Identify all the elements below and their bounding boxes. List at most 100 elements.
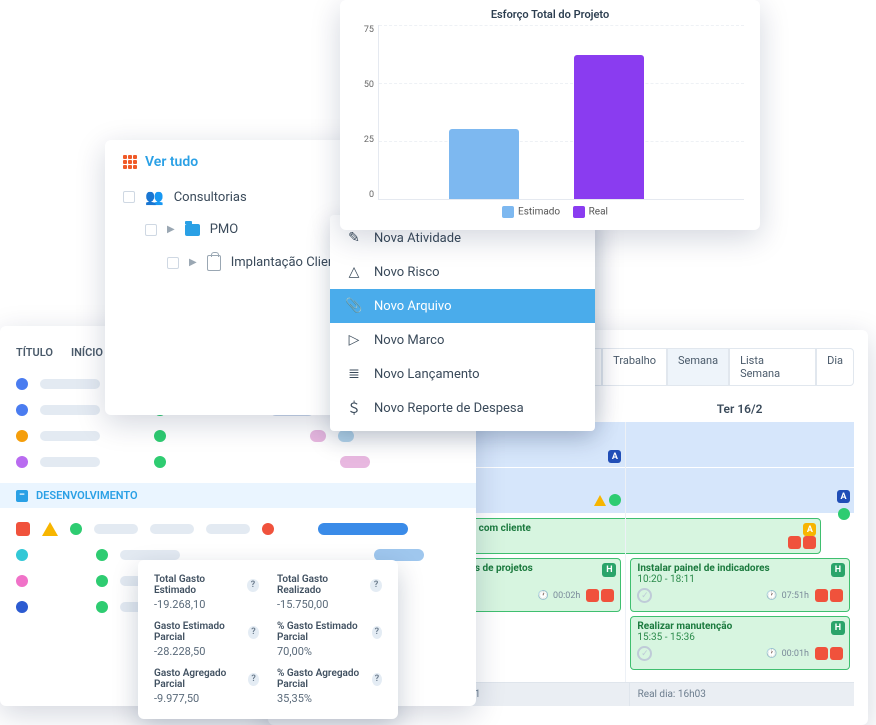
attachment-icon: 📎 [346, 298, 362, 314]
edit-icon: ✎ [346, 230, 362, 246]
col-tue: A H Instalar painel de indicadores 10:20… [625, 422, 854, 682]
status-dot-icon [154, 456, 166, 468]
menu-new-entry[interactable]: ≣Novo Lançamento [330, 357, 595, 391]
event-title: Instalar painel de indicadores [637, 563, 843, 574]
warning-icon: △ [346, 264, 362, 280]
menu-new-file[interactable]: 📎Novo Arquivo [330, 289, 595, 323]
status-dot-icon [16, 430, 28, 442]
metric-label: Gasto Agregado Parcial? [154, 668, 259, 690]
chart-title: Esforço Total do Projeto [356, 8, 744, 21]
chart-legend: Estimado Real [356, 206, 744, 218]
flag-red-icon [586, 589, 599, 602]
help-icon[interactable]: ? [372, 626, 382, 639]
status-dot-icon [16, 601, 28, 613]
warning-icon [42, 522, 58, 536]
help-icon[interactable]: ? [248, 626, 259, 639]
warning-icon [594, 495, 606, 506]
gantt-row[interactable] [16, 516, 460, 542]
h-badge-icon: H [602, 563, 616, 577]
duration: 🕐00:02h [538, 591, 581, 601]
legend-swatch-estimado [502, 206, 514, 218]
badge-a-icon: A [608, 450, 621, 463]
metrics-popover: Total Gasto Estimado? -19.268,10 Total Ga… [138, 560, 398, 719]
status-dot-icon [154, 430, 166, 442]
chevron-icon: ▶ [189, 257, 197, 268]
footer-tue: Real dia: 16h03 [629, 683, 854, 706]
h-badge-icon: H [831, 621, 845, 635]
view-day[interactable]: Dia [816, 348, 854, 386]
metric-value: -19.268,10 [154, 598, 259, 611]
status-dot-icon [70, 523, 82, 535]
group-icon: 👥 [145, 188, 164, 206]
chart-panel: Esforço Total do Projeto 75 50 25 0 Esti… [340, 0, 760, 230]
legend-swatch-real [573, 206, 585, 218]
status-dot-icon [96, 549, 108, 561]
metric-label: % Gasto Agregado Parcial? [277, 668, 382, 690]
help-icon[interactable]: ? [248, 673, 259, 686]
col-start: INÍCIO [71, 346, 103, 359]
metric-value: -9.977,50 [154, 692, 259, 705]
chart-area: 75 50 25 0 [356, 25, 744, 200]
flag-red-icon [815, 647, 828, 660]
gantt-section[interactable]: −DESENVOLVIMENTO [0, 483, 476, 508]
flag-icon: ▷ [346, 332, 362, 348]
menu-new-risk[interactable]: △Novo Risco [330, 255, 595, 289]
bar-real [574, 55, 644, 199]
view-work[interactable]: Trabalho [602, 348, 667, 386]
gantt-row[interactable] [16, 449, 460, 475]
h-badge-icon: H [831, 563, 845, 577]
col-title: TÍTULO [16, 346, 53, 359]
view-week[interactable]: Semana [667, 348, 729, 386]
help-icon[interactable]: ? [247, 579, 259, 592]
clipboard-icon [207, 255, 221, 271]
chevron-icon: ▶ [167, 224, 175, 235]
view-listweek[interactable]: Lista Semana [729, 348, 816, 386]
metric-value: -28.228,50 [154, 645, 259, 658]
checkbox-icon[interactable] [167, 257, 179, 269]
check-icon[interactable]: ✓ [637, 588, 652, 603]
folder-icon [185, 224, 200, 236]
clock-icon: 🕐 [538, 591, 549, 601]
status-dot-icon [96, 575, 108, 587]
event-title: Realizar manutenção [637, 621, 843, 632]
help-icon[interactable]: ? [370, 579, 382, 592]
clock-icon: 🕐 [766, 591, 777, 601]
event-time: 15:35 - 15:36 [637, 632, 843, 643]
status-dot-icon [96, 601, 108, 613]
dollar-icon: ＄ [346, 400, 362, 416]
status-dot-icon [838, 508, 850, 520]
metric-label: Total Gasto Estimado? [154, 574, 259, 596]
status-dot-icon [16, 404, 28, 416]
collapse-icon[interactable]: − [16, 490, 28, 502]
status-dot-icon [16, 378, 28, 390]
metric-value: 35,35% [277, 692, 382, 705]
event-time: 10:20 - 18:11 [637, 574, 843, 585]
metric-value: -15.750,00 [277, 598, 382, 611]
status-dot-icon [16, 575, 28, 587]
metric-label: Gasto Estimado Parcial? [154, 621, 259, 643]
status-dot-icon [16, 456, 28, 468]
badge-a-icon: A [837, 490, 850, 503]
context-menu: ✎Nova Atividade △Novo Risco 📎Novo Arquiv… [330, 215, 595, 431]
check-icon[interactable]: ✓ [637, 646, 652, 661]
event-maintenance[interactable]: H Realizar manutenção 15:35 - 15:36 ✓ 🕐0… [630, 616, 850, 670]
menu-new-expense[interactable]: ＄Novo Reporte de Despesa [330, 391, 595, 425]
status-dot-icon [16, 549, 28, 561]
list-icon: ≣ [346, 366, 362, 382]
menu-new-milestone[interactable]: ▷Novo Marco [330, 323, 595, 357]
help-icon[interactable]: ? [372, 673, 382, 686]
metric-value: 70,00% [277, 645, 382, 658]
flag-red-icon [815, 589, 828, 602]
clock-icon: 🕐 [766, 649, 777, 659]
status-dot-icon [609, 494, 621, 506]
metric-label: Total Gasto Realizado? [277, 574, 382, 596]
status-dot-icon [262, 523, 274, 535]
day-tue: Ter 16/2 [625, 396, 854, 422]
chart-plot [378, 25, 744, 200]
flag-icon [16, 522, 30, 536]
flag-red-icon [830, 647, 843, 660]
checkbox-icon[interactable] [145, 224, 157, 236]
checkbox-icon[interactable] [123, 191, 135, 203]
view-switcher: Mês Trabalho Semana Lista Semana Dia [559, 348, 854, 386]
event-install-panel[interactable]: H Instalar painel de indicadores 10:20 -… [630, 558, 850, 612]
